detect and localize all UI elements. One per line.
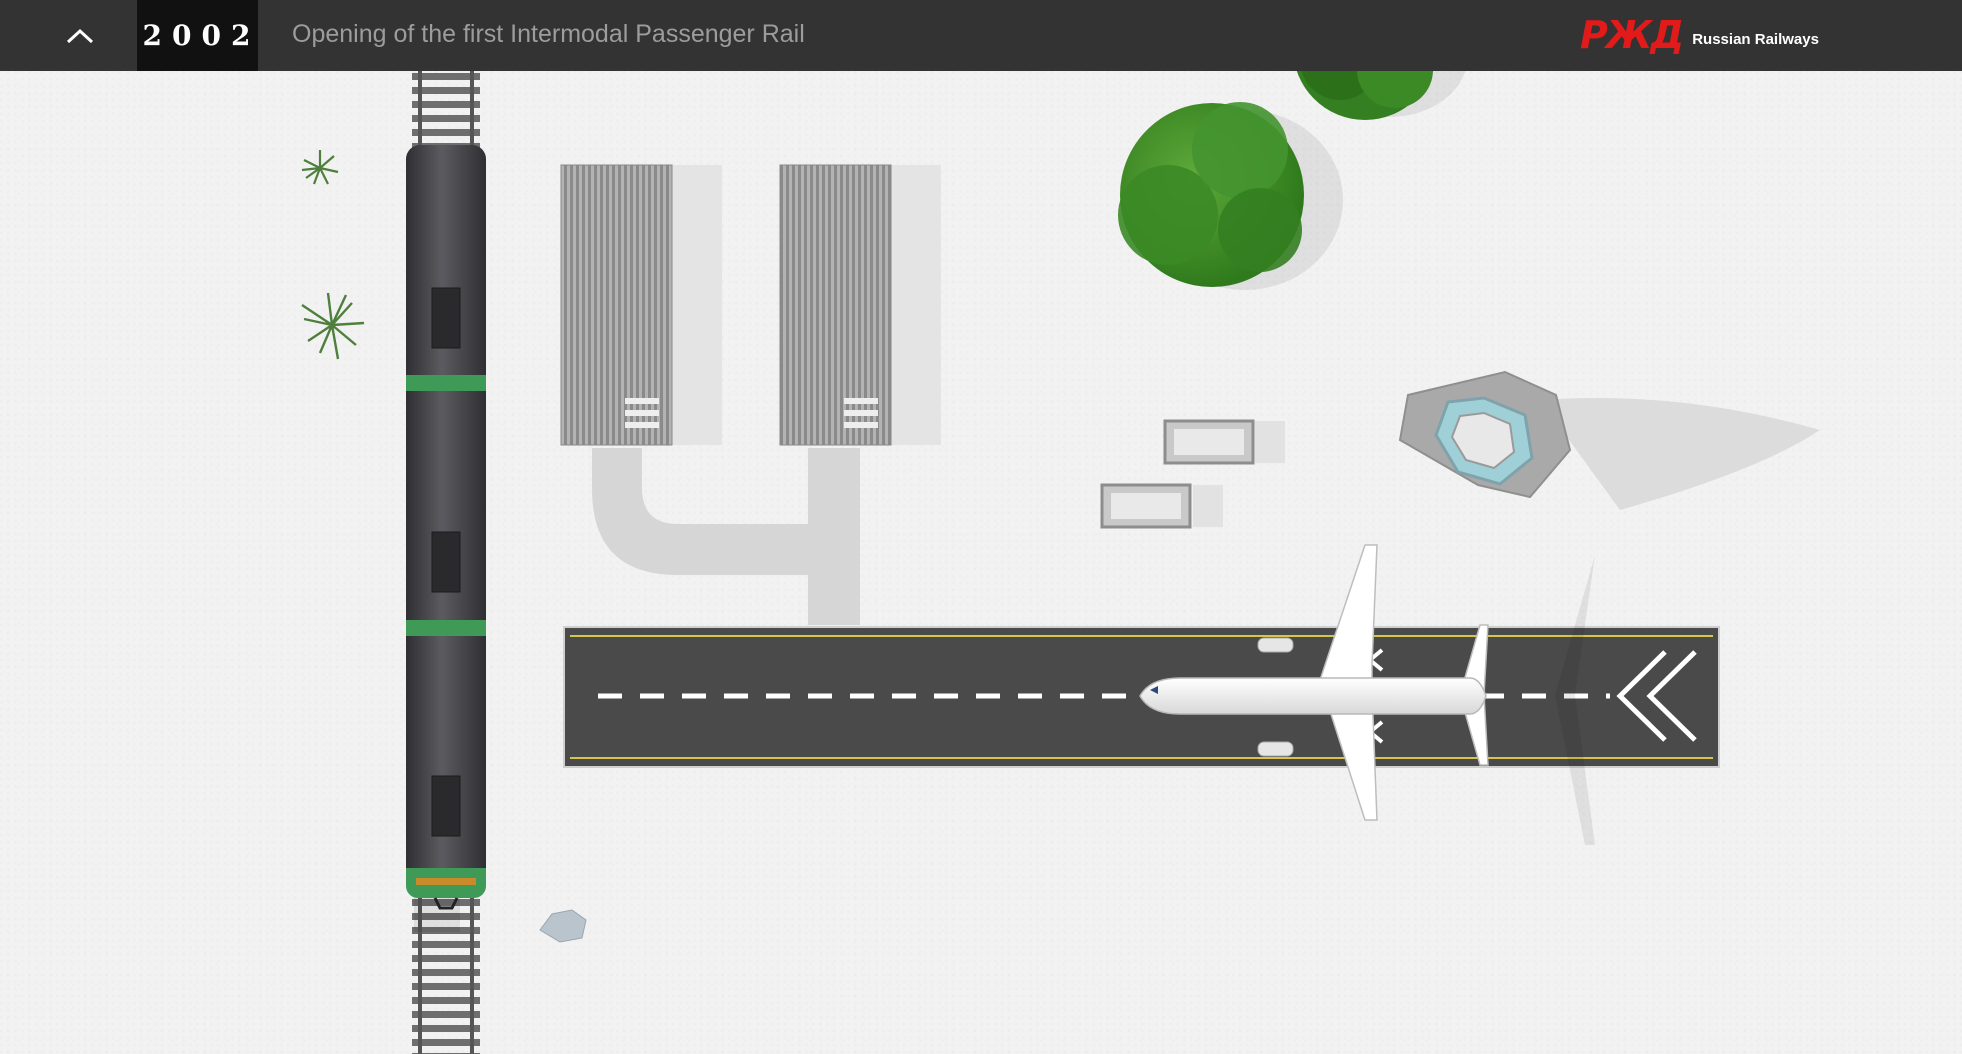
illustration	[301, 0, 1820, 1054]
rzd-logo-mark: РЖД	[1580, 13, 1684, 57]
scene-canvas: 2002 Opening of the first Intermodal Pas…	[0, 0, 1962, 1054]
brand-name: Russian Railways	[1692, 30, 1819, 48]
train-icon	[406, 145, 486, 932]
chevron-up-icon	[66, 28, 94, 44]
hangar-icon	[560, 164, 941, 446]
year-label: 2002	[142, 19, 261, 52]
top-bar: 2002 Opening of the first Intermodal Pas…	[0, 0, 1962, 71]
brand-logo[interactable]: РЖД Russian Railways	[1580, 15, 1819, 55]
rock-icon	[539, 909, 587, 943]
event-title: Opening of the first Intermodal Passenge…	[292, 20, 805, 48]
small-building	[1100, 419, 1285, 529]
collapse-button[interactable]	[52, 18, 108, 54]
shrub-icon	[301, 150, 365, 360]
control-tower-icon	[1398, 370, 1820, 510]
year-badge[interactable]: 2002	[137, 0, 258, 71]
taxiway	[592, 448, 860, 625]
